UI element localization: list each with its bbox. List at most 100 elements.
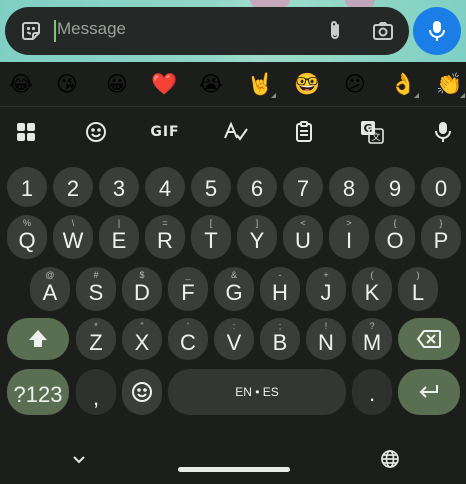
clipboard-icon[interactable] xyxy=(289,118,319,146)
key-6[interactable]: 6 xyxy=(237,167,277,207)
key-hint: - xyxy=(278,270,282,280)
key-label: ?123 xyxy=(13,382,63,407)
key-3[interactable]: 3 xyxy=(99,167,139,207)
key-n[interactable]: ! N xyxy=(306,318,346,360)
emoji-face-icon[interactable] xyxy=(81,118,111,146)
key-h[interactable]: -H xyxy=(260,267,300,311)
key-x[interactable]: " X xyxy=(122,318,162,360)
skin-tone-variants-indicator xyxy=(460,93,465,98)
key-o[interactable]: {O xyxy=(375,215,415,259)
emoji-char: 👌 xyxy=(390,72,417,96)
emoji-suggestion[interactable]: 👌 xyxy=(390,71,419,98)
key-j[interactable]: + J xyxy=(306,267,346,311)
emoji-face-icon xyxy=(122,380,162,404)
key-s[interactable]: # S xyxy=(76,267,116,311)
key-z[interactable]: * Z xyxy=(76,318,116,360)
key-label: . xyxy=(368,381,376,406)
key-label: 7 xyxy=(296,176,310,201)
key-i[interactable]: > I xyxy=(329,215,369,259)
key-hint: < xyxy=(300,218,306,228)
paperclip-icon[interactable] xyxy=(323,19,347,43)
message-composer[interactable]: Message xyxy=(5,7,409,55)
key-c[interactable]: ' C xyxy=(168,318,208,360)
chevron-down-icon[interactable] xyxy=(70,452,88,466)
key-g[interactable]: & G xyxy=(214,267,254,311)
emoji-char: 👏 xyxy=(436,72,463,96)
emoji-suggestion[interactable]: 😂 xyxy=(8,71,34,97)
handwriting-icon[interactable] xyxy=(221,118,251,146)
key-label: T xyxy=(204,228,218,253)
key-label: U xyxy=(295,228,311,253)
skin-tone-variants-indicator xyxy=(414,93,419,98)
key-label: 8 xyxy=(342,176,356,201)
key-f[interactable]: _ F xyxy=(168,267,208,311)
apps-grid-icon[interactable] xyxy=(11,118,41,146)
backspace-key[interactable] xyxy=(398,318,460,360)
key-hint: { xyxy=(393,218,397,228)
key-9[interactable]: 9 xyxy=(375,167,415,207)
key-hint: \ xyxy=(71,218,75,228)
shift-key[interactable] xyxy=(7,318,69,360)
key-8[interactable]: 8 xyxy=(329,167,369,207)
home-indicator[interactable] xyxy=(178,467,290,472)
key-p[interactable]: } P xyxy=(421,215,461,259)
key-a[interactable]: @ A xyxy=(30,267,70,311)
symbols-key[interactable]: ?123 xyxy=(7,369,69,415)
key-7[interactable]: 7 xyxy=(283,167,323,207)
emoji-suggestion[interactable]: 🤓 xyxy=(294,71,320,97)
key-r[interactable]: = R xyxy=(145,215,185,259)
key-y[interactable]: ] Y xyxy=(237,215,277,259)
globe-icon[interactable] xyxy=(380,449,400,469)
emoji-suggestion[interactable]: 😘 xyxy=(54,71,80,97)
key-label: Z xyxy=(89,330,103,355)
key-label: O xyxy=(386,228,404,253)
key-w[interactable]: \ W xyxy=(53,215,93,259)
enter-key[interactable] xyxy=(398,369,460,415)
period-key[interactable]: . xyxy=(352,369,392,415)
key-label: 9 xyxy=(388,176,402,201)
translate-icon[interactable]: G 文 xyxy=(357,118,387,146)
key-hint: & xyxy=(230,270,237,280)
key-m[interactable]: ? M xyxy=(352,318,392,360)
emoji-suggestion[interactable]: 👏 xyxy=(436,71,465,98)
key-t[interactable]: [T xyxy=(191,215,231,259)
gif-button[interactable]: GIF xyxy=(148,118,182,146)
camera-icon[interactable] xyxy=(371,19,395,43)
key-hint: + xyxy=(323,270,329,280)
key-k[interactable]: (K xyxy=(352,267,392,311)
key-4[interactable]: 4 xyxy=(145,167,185,207)
emoji-suggestion[interactable]: 😀 xyxy=(104,71,130,97)
space-key[interactable]: EN • ES xyxy=(168,369,346,415)
key-label: K xyxy=(364,280,380,305)
key-label: 0 xyxy=(434,176,448,201)
emoji-suggestion[interactable]: 🤘 xyxy=(247,71,276,98)
key-v[interactable]: :V xyxy=(214,318,254,360)
key-e[interactable]: | E xyxy=(99,215,139,259)
emoji-suggestion[interactable]: ❤️ xyxy=(151,71,177,97)
key-q[interactable]: % Q xyxy=(7,215,47,259)
key-l[interactable]: ) L xyxy=(398,267,438,311)
key-label: V xyxy=(226,330,242,355)
key-label: D xyxy=(134,280,150,305)
key-hint: } xyxy=(439,218,443,228)
emoji-suggestion[interactable]: 😭 xyxy=(198,71,224,97)
key-1[interactable]: 1 xyxy=(7,167,47,207)
key-label: A xyxy=(42,280,58,305)
key-b[interactable]: ; B xyxy=(260,318,300,360)
emoji-suggestion[interactable]: 😕 xyxy=(342,71,368,97)
key-d[interactable]: $ D xyxy=(122,267,162,311)
message-input[interactable]: Message xyxy=(57,19,126,39)
sticker-smiley-icon[interactable] xyxy=(19,19,43,43)
emoji-key[interactable] xyxy=(122,369,162,415)
comma-key[interactable]: , xyxy=(76,369,116,415)
key-label: , xyxy=(92,385,100,410)
key-hint: ] xyxy=(255,218,259,228)
key-0[interactable]: 0 xyxy=(421,167,461,207)
key-5[interactable]: 5 xyxy=(191,167,231,207)
key-2[interactable]: 2 xyxy=(53,167,93,207)
skin-tone-variants-indicator xyxy=(271,93,276,98)
svg-text:文: 文 xyxy=(371,131,380,143)
voice-message-button[interactable] xyxy=(413,7,461,55)
microphone-icon[interactable] xyxy=(428,118,458,146)
key-u[interactable]: < U xyxy=(283,215,323,259)
